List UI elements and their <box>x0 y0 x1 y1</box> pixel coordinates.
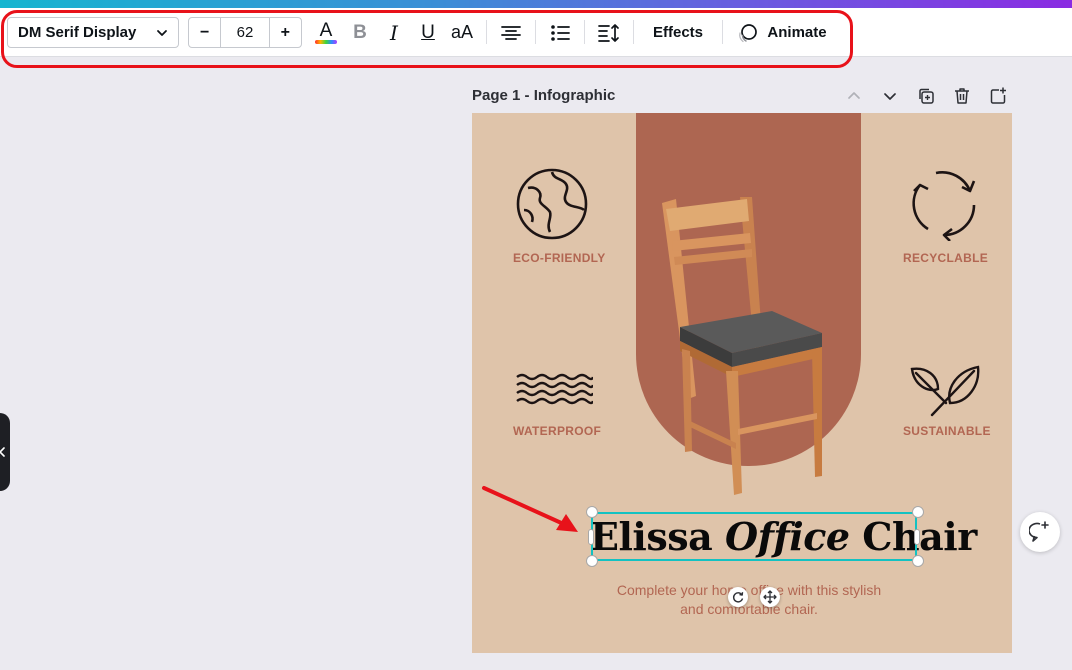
font-family-value: DM Serif Display <box>18 24 137 41</box>
move-handle[interactable] <box>760 587 780 607</box>
line-spacing-icon <box>598 23 619 42</box>
comment-add-icon <box>1029 521 1049 542</box>
italic-glyph: I <box>390 20 398 45</box>
feature-label-eco: ECO-FRIENDLY <box>513 251 606 265</box>
color-gradient-swatch <box>315 39 337 44</box>
add-page-icon[interactable] <box>988 86 1008 106</box>
feature-label-waterproof: WATERPROOF <box>513 424 602 438</box>
chair-image[interactable] <box>652 191 852 501</box>
product-subtitle-text[interactable]: Complete your home office with this styl… <box>582 581 916 619</box>
font-size-stepper: − 62 + <box>188 17 302 48</box>
move-icon <box>763 590 777 604</box>
subtitle-line-2: and comfortable chair. <box>680 601 818 617</box>
resize-handle-top-right[interactable] <box>912 506 924 518</box>
chevron-down-icon <box>157 30 167 36</box>
add-comment-button[interactable] <box>1020 512 1060 552</box>
waves-icon[interactable] <box>515 373 593 409</box>
italic-button[interactable]: I <box>382 17 406 48</box>
underline-glyph: U <box>421 21 435 43</box>
chevron-up-icon[interactable] <box>844 86 864 106</box>
design-canvas[interactable]: ECO-FRIENDLY RECYCLABLE WATERPROOF SUSTA… <box>472 113 1012 653</box>
top-brand-bar <box>0 0 1072 8</box>
text-color-button[interactable]: A <box>312 17 340 48</box>
align-center-icon <box>501 25 521 40</box>
letter-case-glyph: aA <box>450 22 474 42</box>
font-size-input[interactable]: 62 <box>220 18 270 47</box>
animate-icon <box>739 23 758 42</box>
toolbar-divider <box>633 20 634 44</box>
resize-handle-bottom-left[interactable] <box>586 555 598 567</box>
trash-icon[interactable] <box>952 86 972 106</box>
toolbar-divider <box>584 20 585 44</box>
underline-button[interactable]: U <box>416 17 440 48</box>
recycle-icon[interactable] <box>908 165 982 241</box>
chevron-down-icon[interactable] <box>880 86 900 106</box>
annotation-arrow <box>482 486 578 532</box>
decrease-font-size-button[interactable]: − <box>189 18 220 47</box>
subtitle-line-1: Complete your home office with this styl… <box>616 582 882 598</box>
feature-label-sustainable: SUSTAINABLE <box>903 424 991 438</box>
increase-font-size-button[interactable]: + <box>270 18 301 47</box>
font-family-dropdown[interactable]: DM Serif Display <box>7 17 179 48</box>
resize-handle-left[interactable] <box>588 529 594 545</box>
effects-button[interactable]: Effects <box>645 17 711 48</box>
resize-handle-right[interactable] <box>914 529 920 545</box>
leaves-icon[interactable] <box>908 363 982 417</box>
letter-case-button[interactable]: aA <box>448 17 476 48</box>
collapse-panel-tab[interactable] <box>0 413 10 491</box>
toolbar-divider <box>722 20 723 44</box>
bold-glyph: B <box>353 21 367 43</box>
text-align-button[interactable] <box>498 17 524 48</box>
toolbar-divider <box>486 20 487 44</box>
chevron-left-icon <box>0 447 5 457</box>
page-title: Page 1 - Infographic <box>472 87 616 104</box>
bold-button[interactable]: B <box>348 17 372 48</box>
text-color-glyph: A <box>319 19 333 41</box>
spacing-button[interactable] <box>596 17 622 48</box>
toolbar-divider <box>535 20 536 44</box>
rotate-icon <box>732 592 744 603</box>
selection-box <box>591 512 917 561</box>
animate-button[interactable]: Animate <box>734 17 830 48</box>
list-button[interactable] <box>547 17 573 48</box>
globe-icon[interactable] <box>516 168 588 240</box>
duplicate-page-icon[interactable] <box>916 86 936 106</box>
rotate-handle[interactable] <box>728 587 748 607</box>
feature-label-recyclable: RECYCLABLE <box>903 251 989 265</box>
resize-handle-top-left[interactable] <box>586 506 598 518</box>
animate-label: Animate <box>767 24 827 41</box>
resize-handle-bottom-right[interactable] <box>912 555 924 567</box>
bullet-list-icon <box>551 24 570 41</box>
